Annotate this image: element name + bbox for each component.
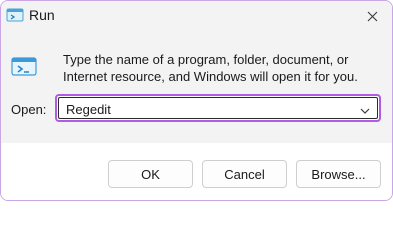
open-label: Open: xyxy=(11,102,47,117)
run-dialog: Run Type the name of a program, folder, … xyxy=(0,0,393,201)
dialog-footer: OK Cancel Browse... xyxy=(1,143,392,200)
close-button[interactable] xyxy=(352,1,392,31)
dialog-description: Type the name of a program, folder, docu… xyxy=(63,52,358,84)
window-title: Run xyxy=(29,7,55,23)
run-program-icon xyxy=(11,56,39,78)
open-combobox[interactable]: Regedit xyxy=(55,94,381,122)
close-icon xyxy=(367,11,377,21)
cancel-button[interactable]: Cancel xyxy=(202,160,287,188)
browse-button[interactable]: Browse... xyxy=(296,160,381,188)
ok-button[interactable]: OK xyxy=(108,160,193,188)
dialog-content: Type the name of a program, folder, docu… xyxy=(1,31,392,143)
chevron-down-icon[interactable] xyxy=(359,104,371,116)
run-app-icon xyxy=(6,6,24,24)
open-input[interactable]: Regedit xyxy=(66,102,111,117)
title-bar[interactable]: Run xyxy=(1,1,392,31)
open-input-frame: Regedit xyxy=(58,97,378,119)
